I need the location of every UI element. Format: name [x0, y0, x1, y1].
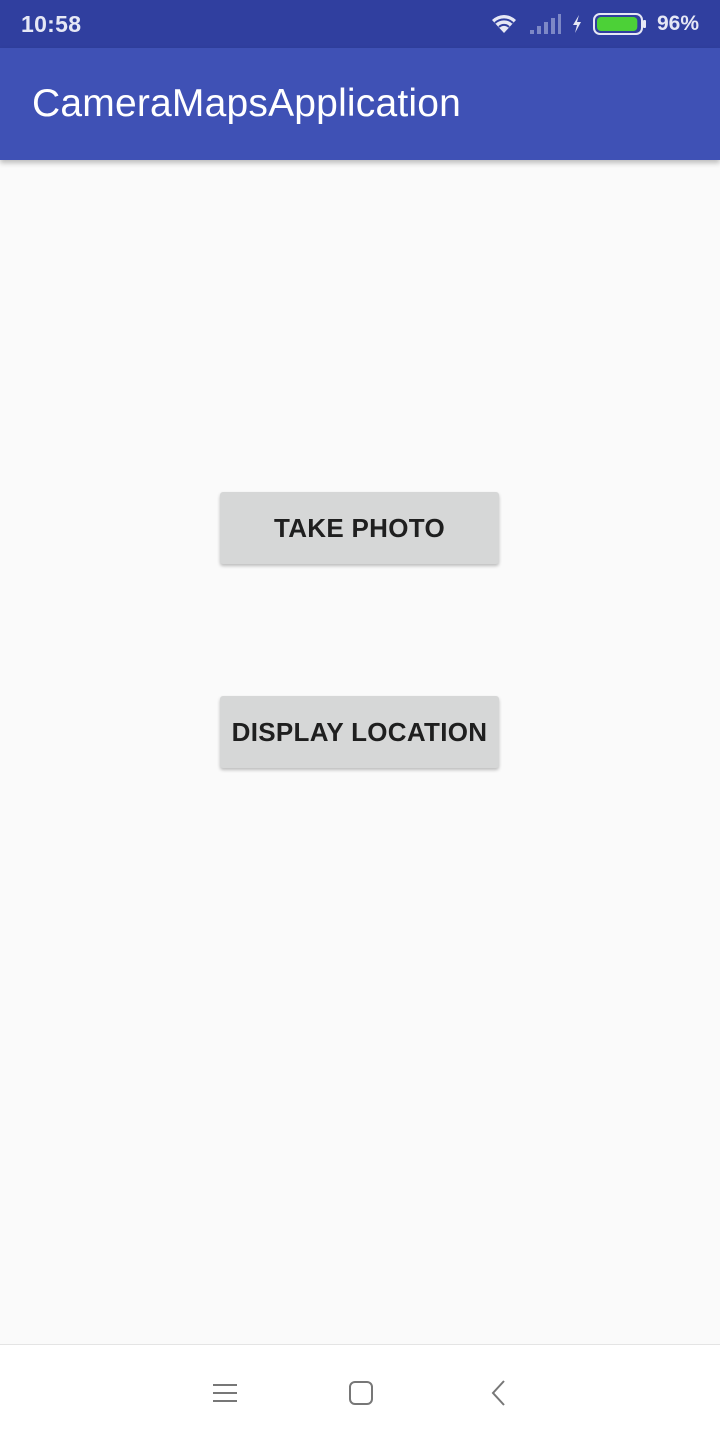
status-icons: 96% — [489, 12, 699, 36]
navigation-bar — [0, 1344, 720, 1440]
app-title: CameraMapsApplication — [32, 82, 462, 125]
back-icon[interactable] — [481, 1375, 517, 1411]
wifi-icon — [489, 13, 519, 35]
display-location-button[interactable]: DISPLAY LOCATION — [220, 696, 499, 768]
app-bar: CameraMapsApplication — [0, 48, 720, 160]
home-icon[interactable] — [343, 1375, 379, 1411]
status-bar: 10:58 96% — [0, 0, 720, 48]
battery-percent: 96% — [656, 12, 699, 35]
status-time: 10:58 — [21, 10, 82, 37]
main-content: TAKE PHOTO DISPLAY LOCATION — [0, 160, 720, 1344]
signal-icon — [529, 13, 561, 35]
charging-icon — [571, 14, 583, 34]
battery-icon — [592, 13, 647, 35]
take-photo-button[interactable]: TAKE PHOTO — [220, 492, 499, 564]
app-screen: 10:58 96% CameraMapsApplication TAKE PHO… — [0, 0, 720, 1440]
menu-icon[interactable] — [207, 1375, 243, 1411]
